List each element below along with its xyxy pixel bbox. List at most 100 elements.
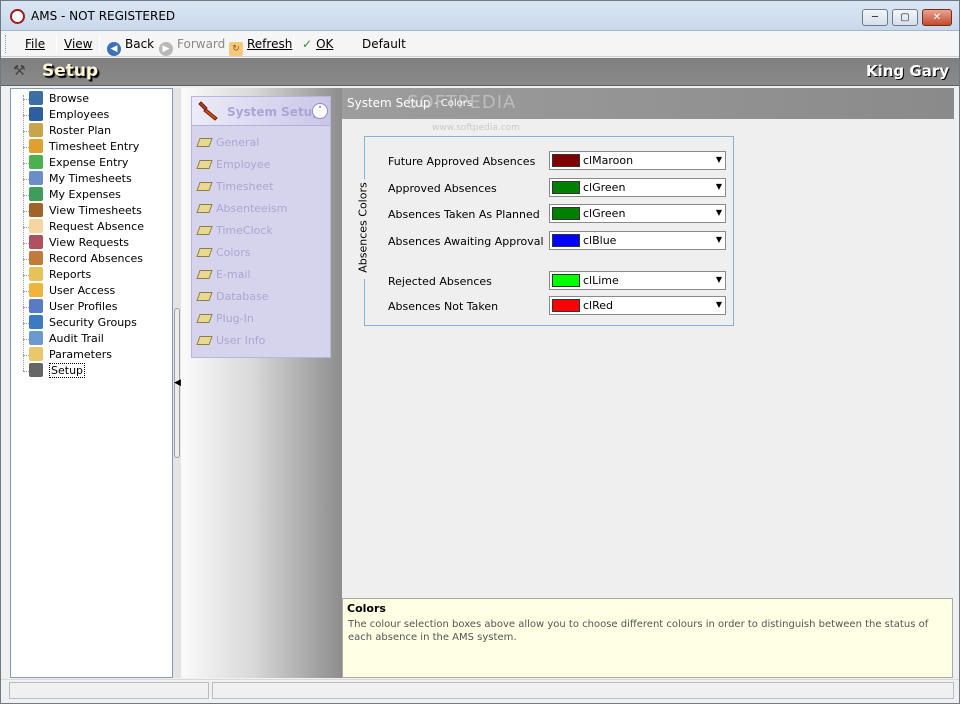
minimize-button[interactable]: ─: [862, 9, 888, 26]
back-arrow-icon: ◀: [107, 42, 121, 56]
tree-line: [23, 95, 24, 371]
tree-item-record-absences[interactable]: Record Absences: [29, 251, 143, 267]
color-select[interactable]: clRed ▼: [549, 296, 726, 315]
collapse-arrow-icon[interactable]: ◀: [174, 378, 181, 388]
tree-item-label: Security Groups: [49, 316, 137, 329]
nav-item-employee[interactable]: Employee: [196, 157, 271, 173]
tools-icon: ⚒: [13, 63, 26, 79]
tree-item-roster-plan[interactable]: Roster Plan: [29, 123, 111, 139]
color-swatch: [552, 181, 580, 194]
refresh-label: Refresh: [247, 37, 293, 51]
color-swatch: [552, 274, 580, 287]
tree-item-timesheet-entry[interactable]: Timesheet Entry: [29, 139, 139, 155]
tree-item-audit-trail[interactable]: Audit Trail: [29, 331, 104, 347]
section-banner: ⚒ Setup King Gary: [1, 58, 959, 86]
color-select[interactable]: clMaroon ▼: [549, 151, 726, 170]
tree-item-view-timesheets[interactable]: View Timesheets: [29, 203, 142, 219]
tree-item-label: Reports: [49, 268, 92, 281]
nav-item-label: Employee: [216, 158, 271, 171]
menu-toolbar: File View ◀ Back ▶ Forward ↻ Refresh ✓ OK De…: [1, 31, 959, 57]
dropdown-arrow-icon[interactable]: ▼: [716, 300, 722, 309]
color-value: clRed: [583, 299, 614, 312]
tree-item-my-timesheets[interactable]: My Timesheets: [29, 171, 132, 187]
nav-item-label: Absenteeism: [216, 202, 288, 215]
tree-item-browse[interactable]: Browse: [29, 91, 89, 107]
color-value: clMaroon: [583, 154, 634, 167]
nav-item-label: Colors: [216, 246, 251, 259]
tree-item-label: View Requests: [49, 236, 130, 249]
forward-button[interactable]: ▶ Forward: [159, 35, 225, 56]
tree-item-label: Employees: [49, 108, 110, 121]
tree-item-user-access[interactable]: User Access: [29, 283, 115, 299]
nav-item-database[interactable]: Database: [196, 289, 269, 305]
nav-item-general[interactable]: General: [196, 135, 260, 151]
nav-item-label: Plug-In: [216, 312, 254, 325]
dropdown-arrow-icon[interactable]: ▼: [716, 235, 722, 244]
tree-item-expense-entry[interactable]: Expense Entry: [29, 155, 128, 171]
maximize-button[interactable]: ▢: [892, 9, 918, 26]
dropdown-arrow-icon[interactable]: ▼: [716, 155, 722, 164]
tree-item-label: Parameters: [49, 348, 112, 361]
roster-plan-icon: [29, 123, 43, 137]
expense-entry-icon: [29, 155, 43, 169]
ok-button[interactable]: ✓ OK: [302, 35, 333, 53]
tree-item-label: View Timesheets: [49, 204, 142, 217]
dropdown-arrow-icon[interactable]: ▼: [716, 275, 722, 284]
pencil-icon: [29, 251, 43, 265]
tree-item-my-expenses[interactable]: My Expenses: [29, 187, 121, 203]
nav-item-e-mail[interactable]: E-mail: [196, 267, 251, 283]
nav-item-colors[interactable]: Colors: [196, 245, 251, 261]
dropdown-arrow-icon[interactable]: ▼: [716, 208, 722, 217]
back-button[interactable]: ◀ Back: [107, 35, 154, 56]
audit-trail-icon: [29, 331, 43, 345]
nav-item-timesheet[interactable]: Timesheet: [196, 179, 273, 195]
tree-item-user-profiles[interactable]: User Profiles: [29, 299, 118, 315]
color-select[interactable]: clGreen ▼: [549, 178, 726, 197]
tree-item-label: Audit Trail: [49, 332, 104, 345]
info-panel: Colors The colour selection boxes above …: [342, 598, 953, 678]
tree-item-view-requests[interactable]: View Requests: [29, 235, 129, 251]
splitter[interactable]: ◀: [173, 88, 181, 678]
tree-item-label: User Profiles: [49, 300, 118, 313]
nav-item-absenteeism[interactable]: Absenteeism: [196, 201, 288, 217]
system-setup-header[interactable]: System Setup ˄: [192, 97, 330, 125]
menu-view[interactable]: View: [64, 35, 92, 53]
dropdown-arrow-icon[interactable]: ▼: [716, 182, 722, 191]
color-swatch: [552, 234, 580, 247]
nav-item-plug-in[interactable]: Plug-In: [196, 311, 254, 327]
nav-item-user-info[interactable]: User Info: [196, 333, 265, 349]
tree-item-label: Roster Plan: [49, 124, 112, 137]
color-select[interactable]: clGreen ▼: [549, 204, 726, 223]
notepad-icon: [196, 138, 213, 147]
tree-item-setup[interactable]: Setup: [29, 363, 86, 379]
color-swatch: [552, 299, 580, 312]
tree-item-parameters[interactable]: Parameters: [29, 347, 112, 363]
color-select[interactable]: clLime ▼: [549, 271, 726, 290]
group-caption-box: Absences Colors: [353, 179, 371, 279]
app-window: AMS - NOT REGISTERED ─ ▢ ✕ File View ◀ Ba…: [0, 0, 960, 704]
refresh-button[interactable]: ↻ Refresh: [229, 35, 293, 56]
close-button[interactable]: ✕: [922, 9, 952, 26]
title-bar: AMS - NOT REGISTERED ─ ▢ ✕: [1, 1, 959, 31]
group-caption: Absences Colors: [356, 182, 370, 273]
my-expenses-icon: [29, 187, 43, 201]
tree-item-employees[interactable]: Employees: [29, 107, 109, 123]
color-row-label: Future Approved Absences: [388, 155, 536, 168]
collapse-up-icon[interactable]: ˄: [312, 103, 328, 119]
tree-item-label: User Access: [49, 284, 116, 297]
menu-file[interactable]: File: [25, 35, 45, 53]
tree-item-request-absence[interactable]: Request Absence: [29, 219, 144, 235]
notepad-icon: [196, 226, 213, 235]
color-select[interactable]: clBlue ▼: [549, 231, 726, 250]
content-header: SOFTPEDIA System Setup - Colors: [342, 88, 954, 119]
default-button[interactable]: Default: [362, 35, 406, 53]
tree-item-security-groups[interactable]: Security Groups: [29, 315, 137, 331]
nav-item-timeclock[interactable]: TimeClock: [196, 223, 273, 239]
notepad-icon: [196, 182, 213, 191]
checkmark-icon: ✓: [302, 37, 313, 51]
watermark-url: www.softpedia.com: [432, 123, 520, 133]
tree-item-reports[interactable]: Reports: [29, 267, 91, 283]
nav-item-label: General: [216, 136, 260, 149]
color-swatch: [552, 207, 580, 220]
ok-label: OK: [316, 37, 334, 51]
